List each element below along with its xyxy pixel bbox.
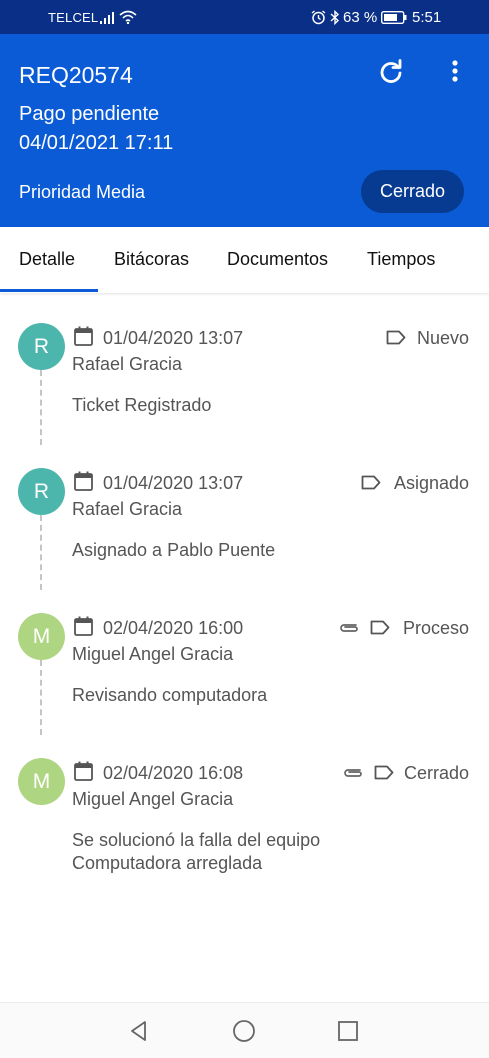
alarm-icon (311, 10, 326, 25)
timeline-entry[interactable]: M 02/04/2020 16:00 Miguel Angel Gracia R… (0, 590, 489, 730)
active-tab-indicator (0, 289, 98, 292)
entry-description-line: Se solucionó la falla del equipo (72, 830, 321, 850)
entry-date: 02/04/2020 16:00 (103, 618, 244, 638)
avatar: M (18, 613, 65, 660)
wifi-icon (119, 10, 137, 24)
tag-icon (361, 475, 381, 490)
calendar-icon (74, 616, 93, 636)
entry-date: 02/04/2020 16:08 (103, 763, 244, 783)
bluetooth-icon (330, 10, 340, 25)
entry-description: Se solucionó la falla del equipo Computa… (72, 829, 320, 875)
entry-status: Nuevo (416, 328, 469, 348)
tag-icon (386, 330, 406, 345)
calendar-icon (74, 471, 93, 491)
entry-user: Miguel Angel Gracia (72, 644, 234, 664)
system-nav-bar (0, 1002, 489, 1058)
battery-percent: 63 % (343, 9, 378, 26)
avatar: R (18, 468, 65, 515)
timeline-entry[interactable]: M 02/04/2020 16:08 Miguel Angel Gracia S… (0, 735, 489, 875)
recent-apps-icon[interactable] (337, 1020, 359, 1042)
entry-user: Miguel Angel Gracia (72, 789, 234, 809)
entry-status: Proceso (402, 618, 469, 638)
timeline-entry[interactable]: R 01/04/2020 13:07 Rafael Gracia Asignad… (0, 445, 489, 585)
signal-icon (100, 12, 114, 24)
status-chip[interactable]: Cerrado (361, 170, 464, 213)
entry-description: Asignado a Pablo Puente (72, 540, 276, 560)
ticket-id: REQ20574 (19, 62, 133, 88)
ticket-priority: Prioridad Media (19, 182, 146, 202)
attachment-icon[interactable] (338, 621, 360, 634)
entry-status: Cerrado (403, 763, 469, 783)
status-bar: TELCEL 63 % 5:51 (0, 0, 489, 34)
tab-bar: Detalle Bitácoras Documentos Tiempos (0, 227, 489, 293)
entry-description: Revisando computadora (72, 685, 268, 705)
tab-detalle[interactable]: Detalle (19, 249, 75, 270)
entry-date: 01/04/2020 13:07 (103, 473, 244, 493)
entry-description: Ticket Registrado (72, 395, 212, 415)
calendar-icon (74, 326, 93, 346)
entry-user: Rafael Gracia (72, 499, 183, 519)
avatar: M (18, 758, 65, 805)
tag-icon (370, 620, 390, 635)
calendar-icon (74, 761, 93, 781)
ticket-header: REQ20574 Pago pendiente 04/01/2021 17:11… (0, 34, 489, 227)
tab-documentos[interactable]: Documentos (227, 249, 328, 270)
timeline-entry[interactable]: R 01/04/2020 13:07 Rafael Gracia Ticket … (0, 300, 489, 440)
more-vertical-icon[interactable] (445, 58, 465, 86)
entry-status: Asignado (393, 473, 469, 493)
attachment-icon[interactable] (342, 766, 364, 779)
ticket-date: 04/01/2021 17:11 (19, 132, 174, 154)
battery-icon (381, 11, 407, 24)
tab-tiempos[interactable]: Tiempos (367, 249, 435, 270)
refresh-icon[interactable] (377, 58, 405, 86)
tab-bitacoras[interactable]: Bitácoras (114, 249, 189, 270)
tag-icon (374, 765, 394, 780)
back-icon[interactable] (128, 1020, 150, 1042)
home-icon[interactable] (232, 1019, 256, 1043)
entry-date: 01/04/2020 13:07 (103, 328, 244, 348)
ticket-title: Pago pendiente (19, 103, 160, 125)
carrier-name: TELCEL (48, 10, 99, 25)
clock: 5:51 (412, 9, 442, 26)
entry-user: Rafael Gracia (72, 354, 183, 374)
avatar: R (18, 323, 65, 370)
entry-description-line: Computadora arreglada (72, 853, 263, 873)
